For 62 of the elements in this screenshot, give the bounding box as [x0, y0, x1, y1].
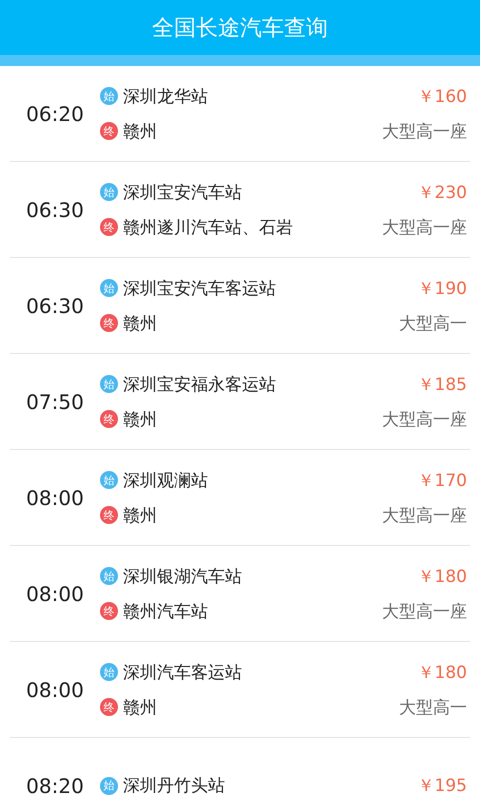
departure-time: 07:50 — [25, 390, 85, 414]
destination-station: 赣州遂川汽车站、石岩 — [123, 216, 293, 238]
ticket-price: ￥195 — [418, 775, 467, 797]
trip-row[interactable]: 08:00 始 深圳汽车客运站 终 赣州 ￥180 大型高一 — [10, 642, 470, 738]
destination-station: 赣州 — [123, 696, 157, 718]
start-badge: 始 — [100, 183, 118, 201]
destination-station: 赣州汽车站 — [123, 600, 208, 622]
start-badge: 始 — [100, 87, 118, 105]
start-badge: 始 — [100, 279, 118, 297]
end-badge: 终 — [100, 506, 118, 524]
departure-time: 06:30 — [25, 294, 85, 318]
start-badge: 始 — [100, 776, 118, 794]
departure-time: 06:20 — [25, 102, 85, 126]
trip-row[interactable]: 07:50 始 深圳宝安福永客运站 终 赣州 ￥185 大型高一座 — [10, 354, 470, 450]
seat-type: 大型高一座 — [382, 504, 467, 526]
end-badge: 终 — [100, 410, 118, 428]
ticket-price: ￥190 — [418, 278, 467, 300]
origin-station: 深圳丹竹头站 — [123, 775, 225, 797]
origin-station: 深圳观澜站 — [123, 470, 208, 492]
ticket-price: ￥230 — [418, 182, 467, 204]
departure-time: 08:00 — [25, 582, 85, 606]
trip-row[interactable]: 06:20 始 深圳龙华站 终 赣州 ￥160 大型高一座 — [10, 66, 470, 162]
seat-type: 大型高一 — [399, 312, 467, 334]
ticket-price: ￥170 — [418, 470, 467, 492]
destination-station: 赣州 — [123, 408, 157, 430]
destination-station: 赣州 — [123, 120, 157, 142]
trip-row[interactable]: 08:20 始 深圳丹竹头站 ￥195 — [10, 738, 470, 800]
departure-time: 08:20 — [25, 774, 85, 798]
seat-type: 大型高一座 — [382, 120, 467, 142]
ticket-price: ￥180 — [418, 662, 467, 684]
start-badge: 始 — [100, 567, 118, 585]
app-title: 全国长途汽车查询 — [152, 14, 328, 42]
departure-time: 08:00 — [25, 678, 85, 702]
departure-time: 06:30 — [25, 198, 85, 222]
seat-type: 大型高一 — [399, 696, 467, 718]
origin-station: 深圳宝安汽车站 — [123, 182, 242, 204]
end-badge: 终 — [100, 698, 118, 716]
end-badge: 终 — [100, 218, 118, 236]
start-badge: 始 — [100, 375, 118, 393]
origin-station: 深圳汽车客运站 — [123, 662, 242, 684]
destination-station: 赣州 — [123, 312, 157, 334]
end-badge: 终 — [100, 314, 118, 332]
seat-type: 大型高一座 — [382, 216, 467, 238]
end-badge: 终 — [100, 602, 118, 620]
ticket-price: ￥180 — [418, 566, 467, 588]
start-badge: 始 — [100, 663, 118, 681]
origin-station: 深圳宝安汽车客运站 — [123, 278, 276, 300]
ticket-price: ￥185 — [418, 374, 467, 396]
ticket-price: ￥160 — [418, 86, 467, 108]
end-badge: 终 — [100, 122, 118, 140]
trip-row[interactable]: 08:00 始 深圳银湖汽车站 终 赣州汽车站 ￥180 大型高一座 — [10, 546, 470, 642]
start-badge: 始 — [100, 471, 118, 489]
trip-row[interactable]: 06:30 始 深圳宝安汽车站 终 赣州遂川汽车站、石岩 ￥230 大型高一座 — [10, 162, 470, 258]
origin-station: 深圳银湖汽车站 — [123, 566, 242, 588]
departure-time: 08:00 — [25, 486, 85, 510]
destination-station: 赣州 — [123, 504, 157, 526]
origin-station: 深圳龙华站 — [123, 86, 208, 108]
seat-type: 大型高一座 — [382, 600, 467, 622]
seat-type: 大型高一座 — [382, 408, 467, 430]
trip-row[interactable]: 08:00 始 深圳观澜站 终 赣州 ￥170 大型高一座 — [10, 450, 470, 546]
origin-station: 深圳宝安福永客运站 — [123, 374, 276, 396]
trip-row[interactable]: 06:30 始 深圳宝安汽车客运站 终 赣州 ￥190 大型高一 — [10, 258, 470, 354]
